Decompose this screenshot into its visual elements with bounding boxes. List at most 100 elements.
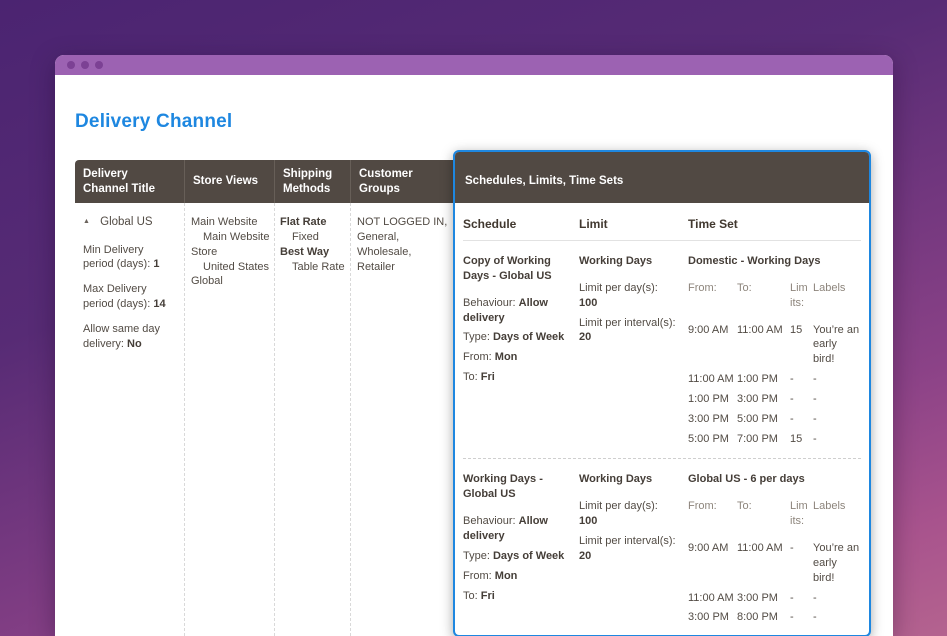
page-title: Delivery Channel: [75, 111, 893, 133]
slot-label: -: [813, 610, 861, 625]
slot-label: -: [813, 392, 861, 407]
slot-from: 11:00 AM: [688, 372, 734, 387]
schedule-from: From: Mon: [463, 569, 571, 584]
panel-body: Schedule Limit Time Set Copy of Working …: [455, 203, 869, 635]
slot-header-labels: Labels: [813, 281, 861, 311]
slot-header-limits: Limits:: [790, 281, 810, 311]
cell-shipping-methods: Flat Rate Fixed Best Way Table Rate: [275, 203, 351, 636]
column-header-store-views[interactable]: Store Views: [185, 160, 275, 203]
time-slot-table: From: To: Limits: Labels 9:00 AM 11:00 A…: [688, 281, 861, 447]
window-titlebar: [55, 55, 893, 75]
row-divider: [463, 458, 861, 459]
slot-from: 11:00 AM: [688, 591, 734, 606]
schedule-row: Copy of Working Days - Global US Behavio…: [463, 254, 861, 446]
limit-per-day: Limit per day(s):100: [579, 281, 668, 311]
schedule-behaviour: Behaviour: Allow delivery: [463, 296, 571, 326]
shipping-method-item: Best Way: [280, 245, 346, 260]
caret-up-icon[interactable]: ▲: [83, 218, 90, 225]
window-control-dot[interactable]: [81, 61, 89, 69]
subcolumn-header-time-set: Time Set: [676, 217, 861, 231]
column-header-shipping-methods[interactable]: Shipping Methods: [275, 160, 351, 203]
slot-to: 11:00 AM: [737, 323, 787, 368]
limit-per-interval: Limit per interval(s):20: [579, 534, 668, 564]
slot-limit: 15: [790, 432, 810, 447]
store-view-item: United States: [191, 260, 270, 275]
schedule-cell: Copy of Working Days - Global US Behavio…: [463, 254, 579, 446]
store-view-item: Main Website Store: [191, 230, 270, 260]
slot-limit: -: [790, 412, 810, 427]
schedule-behaviour: Behaviour: Allow delivery: [463, 514, 571, 544]
slot-to: 3:00 PM: [737, 392, 787, 407]
desktop-background: Delivery Channel Delivery Channel Title …: [0, 0, 947, 636]
channel-name: Global US: [100, 216, 152, 228]
slot-limit: 15: [790, 323, 810, 368]
cell-customer-groups: NOT LOGGED IN, General, Wholesale, Retai…: [351, 203, 453, 636]
slot-label: -: [813, 432, 861, 447]
schedule-type: Type: Days of Week: [463, 330, 571, 345]
schedule-to: To: Fri: [463, 589, 571, 604]
slot-limit: -: [790, 541, 810, 586]
slot-from: 3:00 PM: [688, 412, 734, 427]
shipping-method-item: Fixed: [280, 230, 346, 245]
time-set-cell: Domestic - Working Days From: To: Limits…: [676, 254, 861, 446]
cell-store-views: Main Website Main Website Store United S…: [185, 203, 275, 636]
slot-from: 9:00 AM: [688, 541, 734, 586]
limit-per-day: Limit per day(s):100: [579, 499, 668, 529]
main-table-header: Delivery Channel Title Store Views Shipp…: [75, 160, 453, 203]
slot-from: 9:00 AM: [688, 323, 734, 368]
slot-label: -: [813, 412, 861, 427]
column-header-delivery-channel-title[interactable]: Delivery Channel Title: [75, 160, 185, 203]
subheader-divider: [463, 240, 861, 241]
slot-to: 7:00 PM: [737, 432, 787, 447]
slot-to: 3:00 PM: [737, 591, 787, 606]
cell-delivery-channel-title: ▲ Global US Min Delivery period (days): …: [75, 203, 185, 636]
slot-limit: -: [790, 372, 810, 387]
subcolumn-header-limit: Limit: [579, 217, 676, 231]
schedule-name: Copy of Working Days - Global US: [463, 254, 571, 284]
slot-header-to: To:: [737, 281, 787, 311]
slot-header-from: From:: [688, 281, 734, 311]
main-table: Delivery Channel Title Store Views Shipp…: [75, 160, 453, 636]
subcolumn-header-schedule: Schedule: [463, 217, 579, 231]
time-set-name: Domestic - Working Days: [688, 254, 861, 269]
slot-header-from: From:: [688, 499, 734, 529]
customer-group-item: Wholesale,: [357, 245, 449, 260]
window-body: Delivery Channel Delivery Channel Title …: [55, 75, 893, 636]
schedule-row: Working Days - Global US Behaviour: Allo…: [463, 472, 861, 625]
window-control-dot[interactable]: [67, 61, 75, 69]
slot-label: You’re an early bird!: [813, 541, 861, 586]
slot-limit: -: [790, 392, 810, 407]
column-header-customer-groups[interactable]: Customer Groups: [351, 160, 453, 203]
max-delivery-period: Max Delivery period (days): 14: [83, 282, 176, 312]
limit-name: Working Days: [579, 254, 668, 269]
time-set-name: Global US - 6 per days: [688, 472, 861, 487]
panel-subheader: Schedule Limit Time Set: [463, 217, 861, 231]
min-delivery-period: Min Delivery period (days): 1: [83, 243, 176, 273]
window-control-dot[interactable]: [95, 61, 103, 69]
slot-to: 11:00 AM: [737, 541, 787, 586]
schedule-to: To: Fri: [463, 370, 571, 385]
channel-title: ▲ Global US: [83, 215, 176, 231]
customer-group-item: Retailer: [357, 260, 449, 275]
table-row: ▲ Global US Min Delivery period (days): …: [75, 203, 453, 636]
slot-from: 1:00 PM: [688, 392, 734, 407]
schedule-cell: Working Days - Global US Behaviour: Allo…: [463, 472, 579, 625]
slot-to: 8:00 PM: [737, 610, 787, 625]
limit-name: Working Days: [579, 472, 668, 487]
limit-per-interval: Limit per interval(s):20: [579, 316, 668, 346]
same-day-delivery: Allow same day delivery: No: [83, 322, 176, 352]
shipping-method-item: Flat Rate: [280, 215, 346, 230]
slot-from: 5:00 PM: [688, 432, 734, 447]
customer-group-item: NOT LOGGED IN,: [357, 215, 449, 230]
slot-limit: -: [790, 591, 810, 606]
slot-from: 3:00 PM: [688, 610, 734, 625]
delivery-channel-grid: Delivery Channel Title Store Views Shipp…: [75, 150, 893, 636]
slot-label: -: [813, 591, 861, 606]
panel-header: Schedules, Limits, Time Sets: [455, 152, 869, 203]
time-slot-table: From: To: Limits: Labels 9:00 AM 11:00 A…: [688, 499, 861, 625]
schedule-name: Working Days - Global US: [463, 472, 571, 502]
store-view-item: Main Website: [191, 215, 270, 230]
limit-cell: Working Days Limit per day(s):100 Limit …: [579, 254, 676, 446]
schedules-limits-timesets-panel: Schedules, Limits, Time Sets Schedule Li…: [453, 150, 871, 636]
slot-header-limits: Limits:: [790, 499, 810, 529]
